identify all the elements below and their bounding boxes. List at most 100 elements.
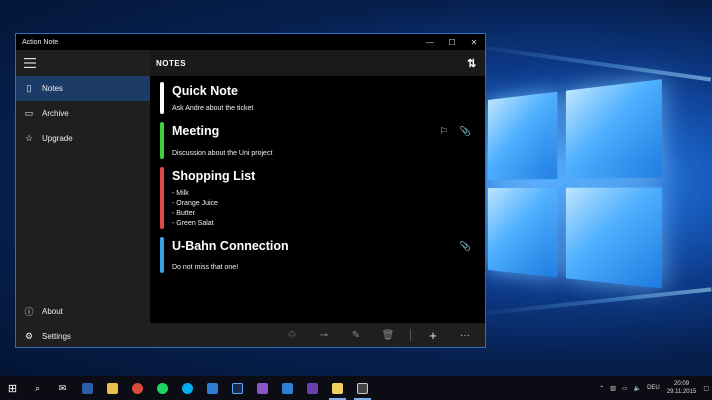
window-title: Action Note: [22, 39, 419, 46]
search-icon: ⌕: [35, 383, 40, 394]
note-icon: ▯: [16, 83, 42, 94]
notes-list: Quick Note Ask Andre about the ticket Me…: [150, 76, 486, 273]
hamburger-menu-button[interactable]: [16, 50, 150, 76]
notes-panel: NOTES ⇅ Quick Note Ask Andre about the t…: [150, 50, 486, 348]
note-color-bar: [160, 82, 164, 114]
light-beam: [461, 42, 711, 81]
recycle-icon[interactable]: ♲: [276, 330, 308, 341]
gear-icon: ⚙: [16, 331, 42, 342]
taskbar-visual-studio-2[interactable]: [300, 376, 325, 400]
language-indicator[interactable]: DEU: [647, 385, 660, 391]
sidebar: ▯ Notes ▭ Archive ☆ Upgrade ⓘ About ⚙ Se…: [16, 50, 150, 348]
sidebar-item-label: About: [42, 307, 63, 316]
skype-icon: [182, 383, 193, 394]
windows-logo: [488, 79, 662, 301]
sidebar-bottom: ⓘ About ⚙ Settings: [16, 299, 150, 348]
pin-icon[interactable]: ⊸: [308, 330, 340, 341]
clock-date: 29.11.2015: [667, 388, 697, 396]
page-title: NOTES: [156, 59, 186, 68]
archive-icon: ▭: [16, 108, 42, 119]
clock-time: 20:09: [667, 380, 697, 388]
maximize-button[interactable]: ☐: [441, 34, 463, 50]
powershell-icon: [82, 383, 93, 394]
note-icons: ⚐ 📎: [440, 126, 471, 137]
vs-code-icon: [282, 383, 293, 394]
taskbar-visual-studio[interactable]: [250, 376, 275, 400]
sidebar-item-settings[interactable]: ⚙ Settings: [16, 324, 150, 348]
taskbar-store[interactable]: [200, 376, 225, 400]
bottom-toolbar: ♲ ⊸ ✎ 🗑 + ···: [150, 323, 486, 347]
photoshop-icon: [232, 383, 243, 394]
folder-icon: [332, 383, 343, 394]
flag-icon: ⚐: [440, 126, 448, 137]
taskbar-chrome[interactable]: [125, 376, 150, 400]
action-note-icon: [357, 383, 368, 394]
edit-icon[interactable]: ✎: [340, 330, 372, 341]
taskbar-skype[interactable]: [175, 376, 200, 400]
note-title: Shopping List: [172, 167, 486, 185]
note-color-bar: [160, 167, 164, 229]
sidebar-item-label: Settings: [42, 332, 71, 341]
note-title: Quick Note: [172, 82, 486, 100]
visual-studio-icon: [257, 383, 268, 394]
add-note-button[interactable]: +: [417, 328, 449, 343]
hamburger-icon: [24, 58, 36, 68]
app-window: Action Note — ☐ ✕ ▯ Notes ▭ Archive ☆ Up…: [15, 33, 486, 348]
sort-icon[interactable]: ⇅: [457, 57, 486, 70]
sidebar-item-label: Upgrade: [42, 134, 73, 143]
taskbar-powershell[interactable]: [75, 376, 100, 400]
chrome-icon: [132, 383, 143, 394]
delete-icon[interactable]: 🗑: [372, 330, 404, 341]
start-button[interactable]: ⊞: [0, 376, 25, 400]
star-icon: ☆: [16, 133, 42, 144]
note-body: Discussion about the Uni project: [172, 149, 486, 159]
note-icons: 📎: [460, 241, 471, 252]
sidebar-item-archive[interactable]: ▭ Archive: [16, 101, 150, 126]
note-card[interactable]: Quick Note Ask Andre about the ticket: [160, 82, 486, 114]
toolbar-divider: [410, 329, 411, 341]
folder-icon: [107, 383, 118, 394]
chevron-up-icon[interactable]: ⌃: [599, 385, 604, 392]
clock[interactable]: 20:09 29.11.2015: [667, 380, 697, 396]
note-card[interactable]: Meeting Discussion about the Uni project…: [160, 122, 486, 159]
sidebar-item-label: Archive: [42, 109, 69, 118]
windows-icon: ⊞: [8, 382, 17, 395]
taskbar-photoshop[interactable]: [225, 376, 250, 400]
notes-header: NOTES ⇅: [150, 50, 486, 76]
paperclip-icon: 📎: [460, 241, 471, 252]
note-title: U-Bahn Connection: [172, 237, 486, 255]
taskbar-explorer-2[interactable]: [325, 376, 350, 400]
sidebar-item-notes[interactable]: ▯ Notes: [16, 76, 150, 101]
paperclip-icon: 📎: [460, 126, 471, 137]
taskbar: ⊞ ⌕ ✉ ⌃ ▥ ▭ 🔈 DEU 20:09 29.11.2015 ▢: [0, 376, 712, 400]
sidebar-item-label: Notes: [42, 84, 63, 93]
sidebar-item-upgrade[interactable]: ☆ Upgrade: [16, 126, 150, 151]
system-tray: ⌃ ▥ ▭ 🔈 DEU 20:09 29.11.2015 ▢: [596, 376, 712, 400]
taskbar-action-note[interactable]: [350, 376, 375, 400]
note-color-bar: [160, 122, 164, 159]
info-icon: ⓘ: [16, 305, 42, 318]
minimize-button[interactable]: —: [419, 34, 441, 50]
more-options-button[interactable]: ···: [449, 330, 481, 341]
notification-icon[interactable]: ▢: [703, 385, 709, 392]
mail-icon: ✉: [59, 383, 67, 394]
note-card[interactable]: U-Bahn Connection Do not miss that one! …: [160, 237, 486, 273]
note-card[interactable]: Shopping List - Milk - Orange Juice - Bu…: [160, 167, 486, 229]
taskbar-spotify[interactable]: [150, 376, 175, 400]
taskbar-vs-code[interactable]: [275, 376, 300, 400]
visual-studio-icon: [307, 383, 318, 394]
note-body: Do not miss that one!: [172, 263, 486, 273]
battery-icon[interactable]: ▭: [622, 385, 628, 392]
taskbar-mail[interactable]: ✉: [50, 376, 75, 400]
note-body: Ask Andre about the ticket: [172, 104, 486, 114]
volume-icon[interactable]: 🔈: [634, 385, 641, 392]
close-button[interactable]: ✕: [463, 34, 485, 50]
search-button[interactable]: ⌕: [25, 376, 50, 400]
spotify-icon: [157, 383, 168, 394]
network-icon[interactable]: ▥: [610, 385, 616, 392]
title-bar: Action Note — ☐ ✕: [16, 34, 485, 50]
sidebar-item-about[interactable]: ⓘ About: [16, 299, 150, 324]
taskbar-explorer[interactable]: [100, 376, 125, 400]
note-body: - Milk - Orange Juice - Butter - Green S…: [172, 189, 486, 229]
note-color-bar: [160, 237, 164, 273]
